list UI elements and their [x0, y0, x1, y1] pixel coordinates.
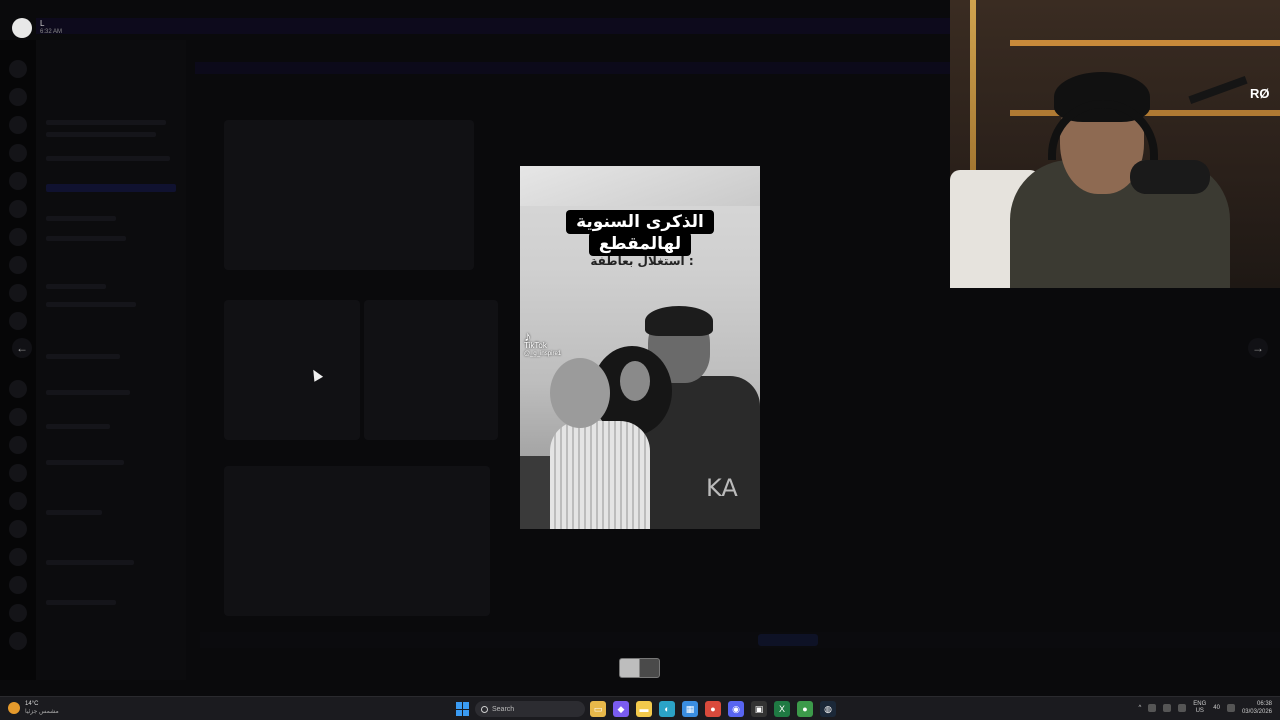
steam-icon[interactable]: ◍: [820, 701, 836, 717]
previous-media-button[interactable]: ←: [12, 338, 32, 358]
language-indicator[interactable]: ENG US: [1193, 701, 1206, 715]
weather-temp: 14°C: [25, 701, 39, 707]
media-viewer-image[interactable]: KA الذكرى السنوية لهالمقطع استغلال بعاطف…: [520, 166, 760, 529]
tiktok-label: TikTok: [524, 341, 547, 350]
arrow-left-icon: ←: [16, 341, 28, 355]
network-icon[interactable]: [1148, 704, 1157, 712]
search-label: Search: [492, 705, 515, 713]
volume-level[interactable]: 40: [1213, 705, 1220, 711]
uploader-name: L: [40, 19, 45, 28]
chrome-icon[interactable]: ●: [705, 701, 721, 717]
chrome-alt-icon[interactable]: ●: [797, 701, 813, 717]
background-post: [224, 300, 360, 440]
background-button: [758, 634, 818, 646]
caption-line-1: الذكرى السنوية: [566, 210, 714, 234]
media-background-wall: [520, 166, 760, 206]
tiktok-handle: @_g_inspire1: [524, 351, 562, 357]
video-caption: الذكرى السنوية لهالمقطع: [556, 210, 724, 256]
media-thumbnail[interactable]: [619, 658, 660, 678]
excel-icon[interactable]: X: [774, 701, 790, 717]
background-post: [364, 300, 498, 440]
mic-icon[interactable]: [1163, 704, 1172, 712]
mic-arm: [1188, 75, 1248, 105]
upload-timestamp: 6:32 AM: [40, 29, 63, 35]
caption-subtitle: استغلال بعاطفة :: [590, 254, 694, 268]
weather-icon: [8, 702, 20, 714]
language-primary: ENG: [1193, 701, 1207, 707]
language-secondary: US: [1195, 708, 1204, 714]
top-banner: [36, 18, 950, 34]
tiktok-icon: ♪: [524, 328, 531, 344]
clock-time: 06:38: [1256, 701, 1272, 707]
pinned-apps: ▭ ◆ ▬ ◐ ▦ ● ◉ ▣ X ● ◍: [590, 701, 836, 717]
man-hair: [645, 306, 713, 336]
copilot-icon[interactable]: ◆: [613, 701, 629, 717]
background-message-input: [200, 632, 1280, 648]
man-hand: [620, 361, 650, 401]
search-icon: [481, 705, 488, 713]
background-post: [224, 466, 490, 616]
weather-widget[interactable]: 14°C مشمس جزئيا: [8, 700, 59, 716]
uploader-meta: L 6:32 AM: [40, 19, 62, 37]
display-icon[interactable]: [1226, 704, 1235, 712]
background-post: [224, 120, 474, 270]
girl-dress: [550, 421, 650, 529]
clock-date: 03/03/2026: [1241, 709, 1272, 715]
taskbar-search[interactable]: Search: [475, 701, 585, 717]
caption-line-2: لهالمقطع: [588, 232, 692, 256]
discord-icon[interactable]: ◉: [728, 701, 744, 717]
folder-icon[interactable]: ▬: [636, 701, 652, 717]
channel-list: [36, 40, 186, 680]
shelf: [1010, 40, 1280, 46]
mic-brand-label: RØ: [1250, 86, 1270, 101]
file-explorer-icon[interactable]: ▭: [590, 701, 606, 717]
taskbar-apps: Search ▭ ◆ ▬ ◐ ▦ ● ◉ ▣ X ● ◍: [456, 699, 836, 719]
next-media-button[interactable]: →: [1248, 338, 1268, 358]
arrow-right-icon: →: [1252, 341, 1264, 355]
system-tray: ^ ENG US 40 06:38 03/03/2026: [1138, 700, 1272, 716]
channel-banner: [195, 62, 950, 74]
chevron-up-icon[interactable]: ^: [1138, 705, 1141, 711]
webcam-overlay: RØ: [950, 0, 1280, 288]
avatar[interactable]: [12, 18, 32, 38]
shirt-print: KA: [706, 474, 738, 502]
media-icon[interactable]: ▣: [751, 701, 767, 717]
microphone: [1130, 160, 1210, 194]
edge-icon[interactable]: ◐: [659, 701, 675, 717]
clock[interactable]: 06:38 03/03/2026: [1242, 700, 1272, 716]
tiktok-watermark: ♪ TikTok @_g_inspire1: [524, 328, 562, 359]
weather-desc: مشمس جزئيا: [25, 709, 59, 715]
weather-text: 14°C مشمس جزئيا: [25, 700, 59, 716]
server-rail: [0, 40, 36, 680]
store-icon[interactable]: ▦: [682, 701, 698, 717]
girl-figure: [550, 358, 610, 428]
start-button[interactable]: [456, 702, 470, 716]
bluetooth-icon[interactable]: [1178, 704, 1187, 712]
windows-taskbar: 14°C مشمس جزئيا Search ▭ ◆ ▬ ◐ ▦ ● ◉ ▣ X ● ◍ ^ ENG…: [0, 696, 1280, 720]
media-uploader: L 6:32 AM: [12, 18, 62, 38]
